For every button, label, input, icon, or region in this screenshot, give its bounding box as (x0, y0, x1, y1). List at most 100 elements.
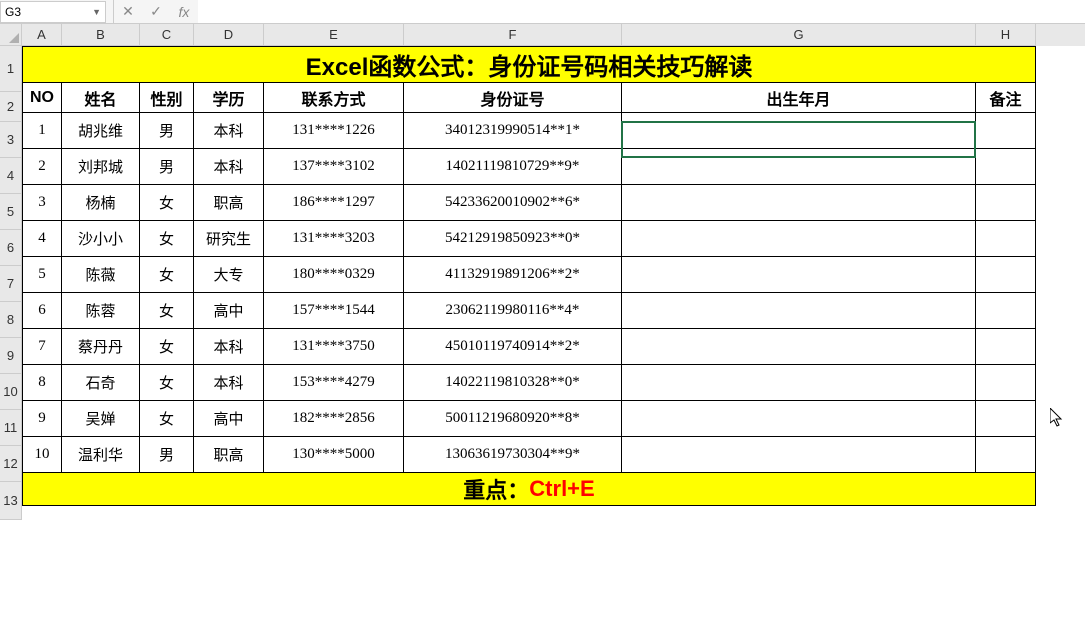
col-header-H[interactable]: H (976, 24, 1036, 46)
footer-cell[interactable]: 重点： Ctrl+E (22, 473, 1036, 506)
title-cell[interactable]: Excel函数公式：身份证号码相关技巧解读 (22, 46, 1036, 83)
formula-input[interactable] (198, 0, 1085, 23)
cell-no[interactable]: 4 (22, 221, 62, 257)
cell-gender[interactable]: 男 (140, 113, 194, 149)
cell-id[interactable]: 54212919850923**0* (404, 221, 622, 257)
cell-contact[interactable]: 157****1544 (264, 293, 404, 329)
cell-dob[interactable] (622, 365, 976, 401)
header-contact[interactable]: 联系方式 (264, 83, 404, 113)
cell-dob[interactable] (622, 257, 976, 293)
cell-contact[interactable]: 180****0329 (264, 257, 404, 293)
cell-gender[interactable]: 女 (140, 257, 194, 293)
cell-gender[interactable]: 女 (140, 293, 194, 329)
cell-gender[interactable]: 女 (140, 365, 194, 401)
cell-remark[interactable] (976, 149, 1036, 185)
row-header-9[interactable]: 9 (0, 338, 22, 374)
col-header-F[interactable]: F (404, 24, 622, 46)
cell-dob[interactable] (622, 401, 976, 437)
row-header-6[interactable]: 6 (0, 230, 22, 266)
cell-id[interactable]: 50011219680920**8* (404, 401, 622, 437)
cell-gender[interactable]: 女 (140, 329, 194, 365)
cell-remark[interactable] (976, 365, 1036, 401)
cell-name[interactable]: 杨楠 (62, 185, 140, 221)
cell-edu[interactable]: 职高 (194, 437, 264, 473)
cell-gender[interactable]: 女 (140, 401, 194, 437)
cell-name[interactable]: 陈蓉 (62, 293, 140, 329)
cell-contact[interactable]: 182****2856 (264, 401, 404, 437)
cell-edu[interactable]: 本科 (194, 113, 264, 149)
col-header-B[interactable]: B (62, 24, 140, 46)
cell-dob[interactable] (622, 329, 976, 365)
cell-remark[interactable] (976, 113, 1036, 149)
select-all-button[interactable] (0, 24, 22, 46)
cell-no[interactable]: 3 (22, 185, 62, 221)
row-header-1[interactable]: 1 (0, 46, 22, 92)
cell-id[interactable]: 45010119740914**2* (404, 329, 622, 365)
row-header-12[interactable]: 12 (0, 446, 22, 482)
cell-id[interactable]: 41132919891206**2* (404, 257, 622, 293)
cell-contact[interactable]: 131****3750 (264, 329, 404, 365)
header-gender[interactable]: 性别 (140, 83, 194, 113)
cell-edu[interactable]: 高中 (194, 293, 264, 329)
cell-name[interactable]: 胡兆维 (62, 113, 140, 149)
cell-name[interactable]: 温利华 (62, 437, 140, 473)
cell-remark[interactable] (976, 257, 1036, 293)
header-no[interactable]: NO (22, 83, 62, 113)
cell-no[interactable]: 10 (22, 437, 62, 473)
row-header-10[interactable]: 10 (0, 374, 22, 410)
cell-edu[interactable]: 大专 (194, 257, 264, 293)
cell-contact[interactable]: 137****3102 (264, 149, 404, 185)
cell-dob[interactable] (622, 185, 976, 221)
cell-remark[interactable] (976, 185, 1036, 221)
row-header-13[interactable]: 13 (0, 482, 22, 520)
cell-remark[interactable] (976, 293, 1036, 329)
cell-gender[interactable]: 男 (140, 437, 194, 473)
confirm-button[interactable]: ✓ (142, 0, 170, 23)
row-header-4[interactable]: 4 (0, 158, 22, 194)
cell-remark[interactable] (976, 221, 1036, 257)
cell-id[interactable]: 34012319990514**1* (404, 113, 622, 149)
cell-no[interactable]: 7 (22, 329, 62, 365)
cell-no[interactable]: 6 (22, 293, 62, 329)
cell-id[interactable]: 14022119810328**0* (404, 365, 622, 401)
cell-edu[interactable]: 职高 (194, 185, 264, 221)
col-header-A[interactable]: A (22, 24, 62, 46)
header-edu[interactable]: 学历 (194, 83, 264, 113)
cell-name[interactable]: 沙小小 (62, 221, 140, 257)
row-header-2[interactable]: 2 (0, 92, 22, 122)
cell-no[interactable]: 5 (22, 257, 62, 293)
cell-name[interactable]: 吴婵 (62, 401, 140, 437)
cell-edu[interactable]: 本科 (194, 149, 264, 185)
cell-name[interactable]: 刘邦城 (62, 149, 140, 185)
row-header-3[interactable]: 3 (0, 122, 22, 158)
dropdown-icon[interactable]: ▼ (92, 7, 101, 17)
col-header-D[interactable]: D (194, 24, 264, 46)
col-header-C[interactable]: C (140, 24, 194, 46)
cell-id[interactable]: 13063619730304**9* (404, 437, 622, 473)
row-header-8[interactable]: 8 (0, 302, 22, 338)
cell-dob[interactable] (622, 293, 976, 329)
cell-contact[interactable]: 153****4279 (264, 365, 404, 401)
fx-button[interactable]: fx (170, 0, 198, 23)
cell-remark[interactable] (976, 437, 1036, 473)
cell-name[interactable]: 石奇 (62, 365, 140, 401)
cell-no[interactable]: 2 (22, 149, 62, 185)
col-header-G[interactable]: G (622, 24, 976, 46)
cell-id[interactable]: 14021119810729**9* (404, 149, 622, 185)
cell-no[interactable]: 9 (22, 401, 62, 437)
cell-remark[interactable] (976, 401, 1036, 437)
cell-name[interactable]: 蔡丹丹 (62, 329, 140, 365)
cell-edu[interactable]: 本科 (194, 329, 264, 365)
row-header-7[interactable]: 7 (0, 266, 22, 302)
cell-edu[interactable]: 本科 (194, 365, 264, 401)
col-header-E[interactable]: E (264, 24, 404, 46)
cell-remark[interactable] (976, 329, 1036, 365)
cell-name[interactable]: 陈薇 (62, 257, 140, 293)
header-id[interactable]: 身份证号 (404, 83, 622, 113)
header-remark[interactable]: 备注 (976, 83, 1036, 113)
header-name[interactable]: 姓名 (62, 83, 140, 113)
cell-dob[interactable] (622, 113, 976, 149)
cell-dob[interactable] (622, 437, 976, 473)
header-dob[interactable]: 出生年月 (622, 83, 976, 113)
cell-gender[interactable]: 女 (140, 221, 194, 257)
